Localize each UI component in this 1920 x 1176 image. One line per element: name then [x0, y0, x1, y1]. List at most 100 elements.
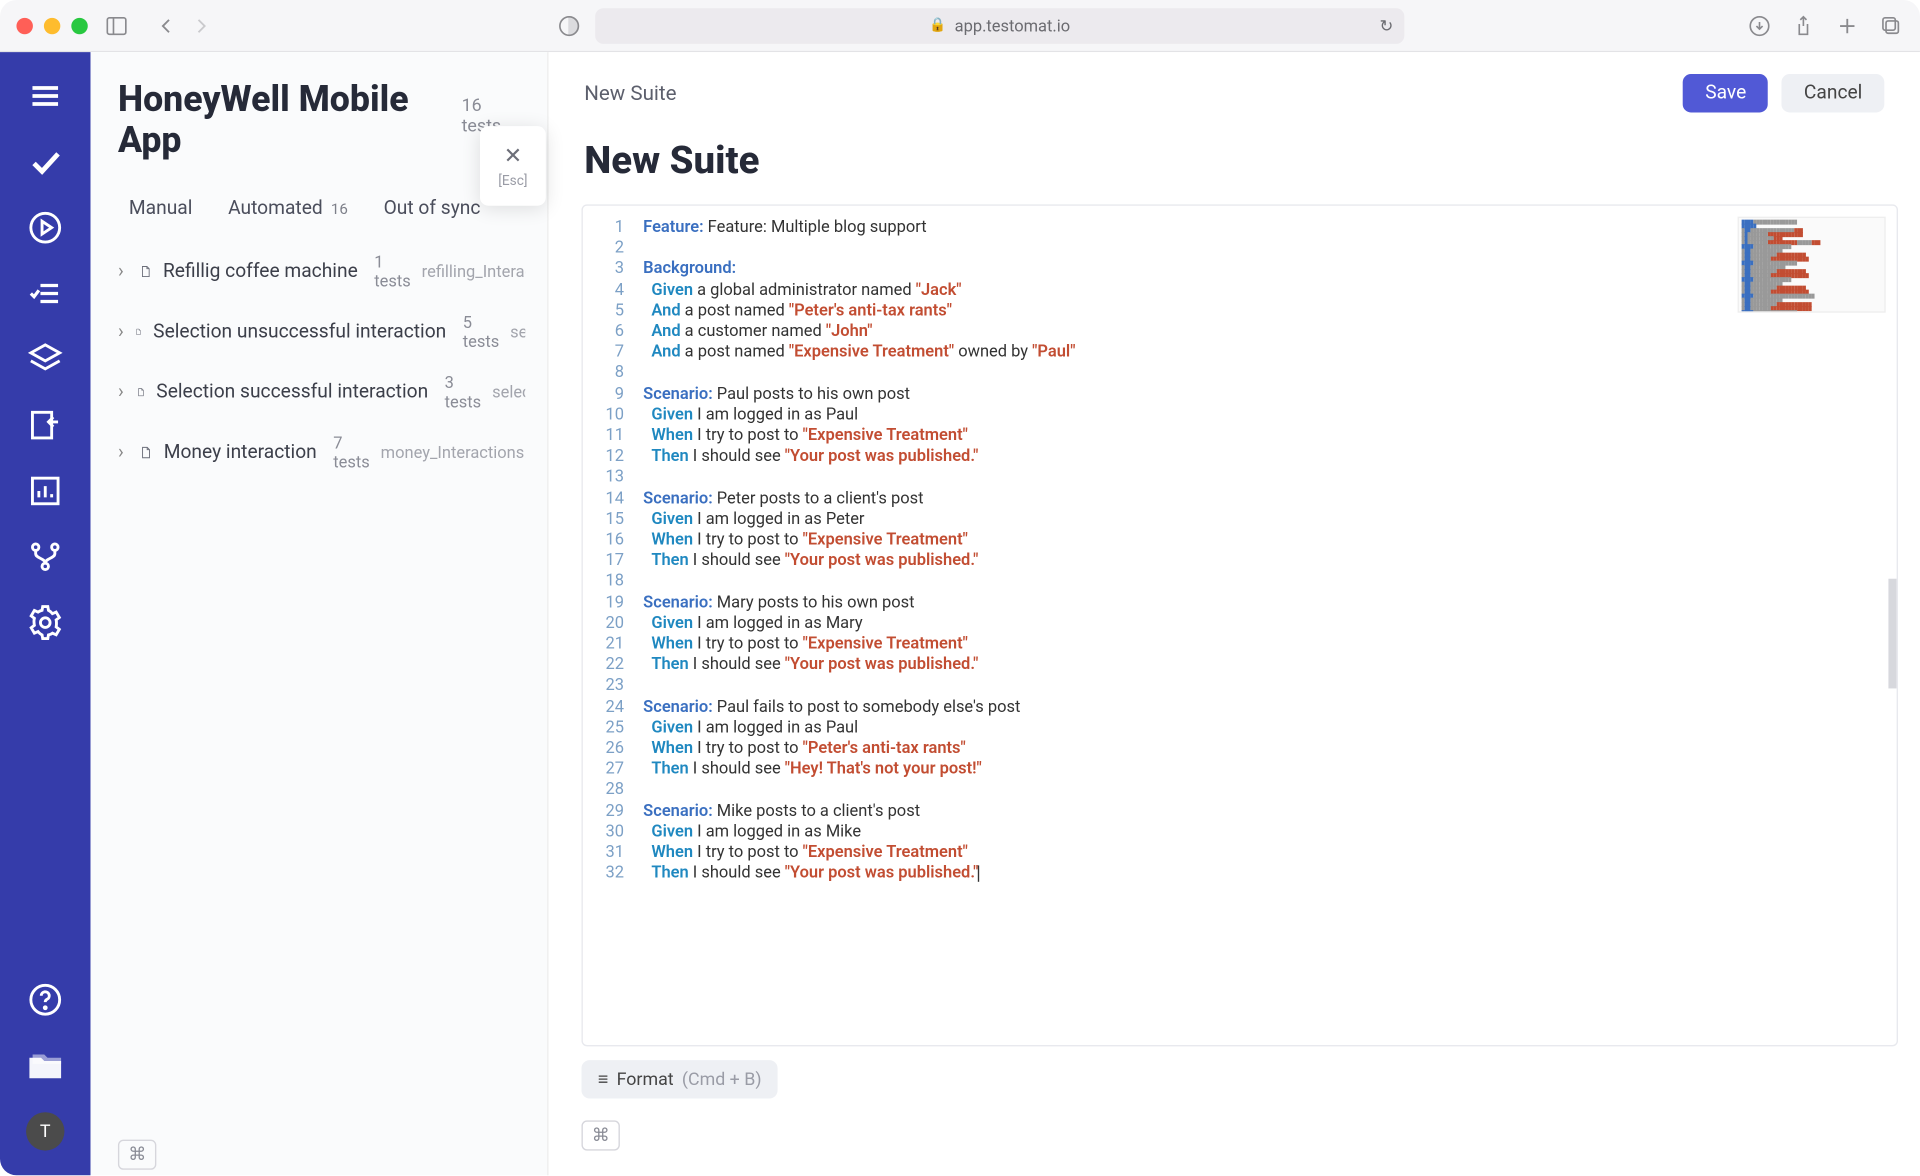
tabs-overview-icon[interactable]	[1879, 13, 1904, 38]
share-icon[interactable]	[1791, 13, 1816, 38]
folder-test-count: 5 tests	[463, 313, 499, 351]
code-line[interactable]: 19Scenario: Mary posts to his own post	[583, 592, 1897, 613]
code-line[interactable]: 2	[583, 238, 1897, 259]
code-line[interactable]: 14Scenario: Peter posts to a client's po…	[583, 488, 1897, 509]
help-icon[interactable]	[26, 981, 64, 1019]
window-controls	[16, 17, 87, 33]
analytics-icon[interactable]	[26, 472, 64, 510]
line-number: 30	[583, 821, 643, 842]
minimize-window-icon[interactable]	[44, 17, 60, 33]
tab-automated[interactable]: Automated16	[228, 197, 348, 219]
code-line[interactable]: 23	[583, 675, 1897, 696]
code-line[interactable]: 28	[583, 780, 1897, 801]
code-line[interactable]: 12 Then I should see "Your post was publ…	[583, 446, 1897, 467]
sidebar-toggle-icon[interactable]	[104, 13, 129, 38]
minimap[interactable]: ████████████████████████████████████████…	[1738, 217, 1886, 313]
check-icon[interactable]	[26, 143, 64, 181]
code-line[interactable]: 32 Then I should see "Your post was publ…	[583, 863, 1897, 884]
code-line[interactable]: 21 When I try to post to "Expensive Trea…	[583, 634, 1897, 655]
code-line[interactable]: 31 When I try to post to "Expensive Trea…	[583, 842, 1897, 863]
line-content: When I try to post to "Expensive Treatme…	[643, 842, 968, 863]
shield-icon[interactable]	[557, 13, 582, 38]
folders-icon[interactable]	[26, 1046, 64, 1084]
file-icon	[139, 442, 153, 464]
line-number: 7	[583, 342, 643, 363]
suite-folder-item[interactable]: › Money interaction 7 tests money_Intera…	[110, 422, 534, 482]
line-content: Then I should see "Hey! That's not your …	[643, 759, 982, 780]
tab-manual[interactable]: Manual	[129, 197, 193, 219]
format-hint: (Cmd + B)	[682, 1069, 762, 1090]
code-line[interactable]: 30 Given I am logged in as Mike	[583, 821, 1897, 842]
code-line[interactable]: 25 Given I am logged in as Paul	[583, 717, 1897, 738]
line-content: When I try to post to "Expensive Treatme…	[643, 425, 968, 446]
code-line[interactable]: 11 When I try to post to "Expensive Trea…	[583, 425, 1897, 446]
new-tab-icon[interactable]	[1835, 13, 1860, 38]
import-icon[interactable]	[26, 406, 64, 444]
format-button[interactable]: ≡ Format (Cmd + B)	[581, 1060, 778, 1098]
scrollbar-marker[interactable]	[1888, 579, 1896, 689]
line-number: 12	[583, 446, 643, 467]
project-panel: HoneyWell Mobile App 16 tests Manual Aut…	[91, 52, 549, 1175]
code-line[interactable]: 18	[583, 571, 1897, 592]
suite-folder-item[interactable]: › Refillig coffee machine 1 tests refill…	[110, 241, 534, 301]
suite-editor: New Suite Save Cancel New Suite 1Feature…	[549, 52, 1920, 1175]
code-line[interactable]: 5 And a post named "Peter's anti-tax ran…	[583, 300, 1897, 321]
line-content: When I try to post to "Expensive Treatme…	[643, 634, 968, 655]
code-editor[interactable]: 1Feature: Feature: Multiple blog support…	[581, 204, 1898, 1046]
code-line[interactable]: 10 Given I am logged in as Paul	[583, 404, 1897, 425]
code-line[interactable]: 4 Given a global administrator named "Ja…	[583, 279, 1897, 300]
line-number: 20	[583, 613, 643, 634]
layers-icon[interactable]	[26, 340, 64, 378]
download-icon[interactable]	[1747, 13, 1772, 38]
keyboard-shortcut-button[interactable]: ⌘	[118, 1140, 156, 1170]
code-line[interactable]: 9Scenario: Paul posts to his own post	[583, 383, 1897, 404]
code-line[interactable]: 22 Then I should see "Your post was publ…	[583, 655, 1897, 676]
folder-file-name: refilling_Interactions	[422, 262, 526, 281]
suite-folder-item[interactable]: › Selection successful interaction 3 tes…	[110, 362, 534, 422]
code-line[interactable]: 7 And a post named "Expensive Treatment"…	[583, 342, 1897, 363]
code-line[interactable]: 24Scenario: Paul fails to post to somebo…	[583, 696, 1897, 717]
code-line[interactable]: 17 Then I should see "Your post was publ…	[583, 550, 1897, 571]
url-text: app.testomat.io	[955, 16, 1070, 35]
reload-icon[interactable]: ↻	[1380, 16, 1394, 35]
folder-test-count: 7 tests	[333, 433, 369, 471]
line-number: 1	[583, 217, 643, 238]
close-window-icon[interactable]	[16, 17, 32, 33]
close-editor-button[interactable]: ✕ [Esc]	[480, 126, 546, 206]
line-content: Then I should see "Your post was publish…	[643, 550, 978, 571]
address-bar[interactable]: 🔒 app.testomat.io ↻	[595, 8, 1404, 44]
line-number: 3	[583, 258, 643, 279]
breadcrumb: New Suite	[584, 81, 676, 106]
keyboard-shortcut-button[interactable]: ⌘	[581, 1120, 619, 1150]
line-number: 9	[583, 383, 643, 404]
suite-folder-item[interactable]: › Selection unsuccessful interaction 5 t…	[110, 302, 534, 362]
tab-out-of-sync[interactable]: Out of sync	[384, 197, 481, 219]
settings-icon[interactable]	[26, 603, 64, 641]
test-type-tabs: Manual Automated16 Out of sync	[91, 170, 548, 236]
code-line[interactable]: 27 Then I should see "Hey! That's not yo…	[583, 759, 1897, 780]
line-number: 11	[583, 425, 643, 446]
save-button[interactable]: Save	[1683, 74, 1768, 112]
code-line[interactable]: 26 When I try to post to "Peter's anti-t…	[583, 738, 1897, 759]
checklist-icon[interactable]	[26, 274, 64, 312]
code-line[interactable]: 3Background:	[583, 258, 1897, 279]
code-line[interactable]: 13	[583, 467, 1897, 488]
code-line[interactable]: 20 Given I am logged in as Mary	[583, 613, 1897, 634]
code-line[interactable]: 15 Given I am logged in as Peter	[583, 509, 1897, 530]
maximize-window-icon[interactable]	[71, 17, 87, 33]
menu-icon[interactable]	[26, 77, 64, 115]
nav-forward-icon[interactable]	[189, 13, 214, 38]
nav-back-icon[interactable]	[154, 13, 179, 38]
play-icon[interactable]	[26, 208, 64, 246]
code-line[interactable]: 16 When I try to post to "Expensive Trea…	[583, 529, 1897, 550]
branch-icon[interactable]	[26, 538, 64, 576]
code-line[interactable]: 6 And a customer named "John"	[583, 321, 1897, 342]
close-icon: ✕	[504, 143, 522, 169]
cancel-button[interactable]: Cancel	[1782, 74, 1884, 112]
user-avatar[interactable]: T	[26, 1112, 64, 1150]
folder-file-name: selec	[510, 322, 525, 341]
folder-file-name: money_Interactions.feature	[381, 443, 526, 462]
code-line[interactable]: 1Feature: Feature: Multiple blog support	[583, 217, 1897, 238]
code-line[interactable]: 8	[583, 363, 1897, 384]
code-line[interactable]: 29Scenario: Mike posts to a client's pos…	[583, 800, 1897, 821]
